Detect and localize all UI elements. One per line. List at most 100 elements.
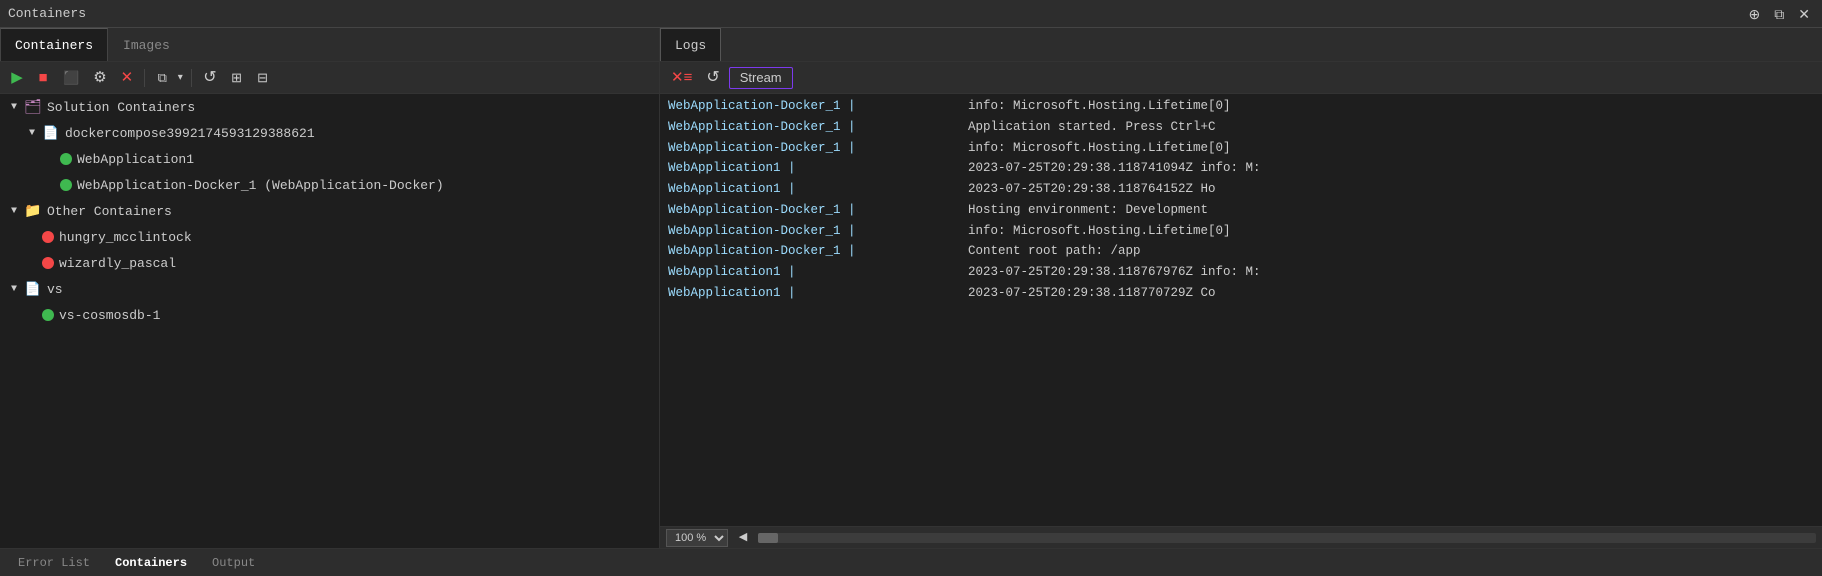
- status-running-docker-icon: [60, 179, 72, 191]
- stop-button[interactable]: ■: [32, 67, 54, 89]
- group-button[interactable]: ⊞: [226, 67, 248, 89]
- status-tab-error-list[interactable]: Error List: [6, 549, 103, 576]
- log-content[interactable]: WebApplication-Docker_1 | info: Microsof…: [660, 94, 1822, 526]
- log-line: WebApplication-Docker_1 | Application st…: [660, 117, 1822, 138]
- solution-label: Solution Containers: [47, 100, 195, 115]
- log-text: info: Microsoft.Hosting.Lifetime[0]: [968, 139, 1231, 158]
- expand-compose-icon: ▼: [24, 125, 40, 141]
- webapp1-label: WebApplication1: [77, 152, 194, 167]
- terminal-button[interactable]: ⬛: [58, 67, 84, 89]
- log-line: WebApplication-Docker_1 | info: Microsof…: [660, 138, 1822, 159]
- expand-hungry-icon: [24, 229, 40, 245]
- other-label: Other Containers: [47, 204, 172, 219]
- webapp-docker1-label: WebApplication-Docker_1 (WebApplication-…: [77, 178, 444, 193]
- log-source: WebApplication-Docker_1 |: [668, 118, 968, 137]
- other-folder-icon: 📁: [24, 202, 42, 220]
- scroll-left-button[interactable]: ◀: [732, 527, 754, 549]
- status-tab-containers[interactable]: Containers: [103, 549, 200, 576]
- log-text: Application started. Press Ctrl+C: [968, 118, 1216, 137]
- status-tab-output[interactable]: Output: [200, 549, 268, 576]
- zoom-select[interactable]: 100 % 50 % 75 % 125 % 150 %: [666, 529, 728, 547]
- log-line: WebApplication1 | 2023-07-25T20:29:38.11…: [660, 262, 1822, 283]
- log-line: WebApplication1 | 2023-07-25T20:29:38.11…: [660, 283, 1822, 304]
- status-running-icon: [60, 153, 72, 165]
- delete-button[interactable]: ✕: [116, 67, 139, 89]
- copy-dropdown[interactable]: ⧉ ▾: [151, 67, 185, 89]
- expand-vs-icon: ▼: [6, 281, 22, 297]
- expand-cosmosdb-icon: [24, 307, 40, 323]
- log-text: 2023-07-25T20:29:38.118767976Z info: M:: [968, 263, 1261, 282]
- settings-button[interactable]: ⚙: [88, 67, 111, 89]
- log-text: Hosting environment: Development: [968, 201, 1208, 220]
- logs-tab[interactable]: Logs: [660, 28, 721, 61]
- play-button[interactable]: ▶: [6, 67, 28, 89]
- tree-hungry[interactable]: hungry_mcclintock: [0, 224, 659, 250]
- log-source: WebApplication-Docker_1 |: [668, 97, 968, 116]
- log-line: WebApplication-Docker_1 | Content root p…: [660, 241, 1822, 262]
- title-bar-controls: ⊕ ⧉ ✕: [1745, 5, 1814, 23]
- maximize-button[interactable]: ⧉: [1770, 5, 1788, 23]
- tree-webapp1[interactable]: WebApplication1: [0, 146, 659, 172]
- log-source: WebApplication-Docker_1 |: [668, 139, 968, 158]
- copy-chevron[interactable]: ▾: [175, 67, 185, 89]
- expand-wizardly-icon: [24, 255, 40, 271]
- copy-button[interactable]: ⧉: [151, 67, 173, 89]
- tab-bar: Containers Images: [0, 28, 659, 62]
- tree-area[interactable]: ▼ 🗂 Solution Containers ▼ 📄 dockercompos…: [0, 94, 659, 548]
- title-bar-title: Containers: [8, 6, 86, 21]
- log-source: WebApplication1 |: [668, 159, 968, 178]
- layout-button[interactable]: ⊟: [252, 67, 274, 89]
- tree-compose[interactable]: ▼ 📄 dockercompose3992174593129388621: [0, 120, 659, 146]
- tree-wizardly[interactable]: wizardly_pascal: [0, 250, 659, 276]
- logs-header: Logs: [660, 28, 1822, 62]
- toolbar-sep-1: [144, 69, 145, 87]
- log-line: WebApplication-Docker_1 | info: Microsof…: [660, 96, 1822, 117]
- horizontal-scrollbar[interactable]: [758, 533, 1816, 543]
- close-button[interactable]: ✕: [1794, 5, 1814, 23]
- tab-images[interactable]: Images: [108, 28, 185, 61]
- refresh-button[interactable]: ↺: [198, 67, 221, 89]
- log-line: WebApplication-Docker_1 | info: Microsof…: [660, 221, 1822, 242]
- log-text: 2023-07-25T20:29:38.118770729Z Co: [968, 284, 1216, 303]
- stream-button[interactable]: Stream: [729, 67, 793, 89]
- log-bottom-bar: 100 % 50 % 75 % 125 % 150 % ◀: [660, 526, 1822, 548]
- log-source: WebApplication-Docker_1 |: [668, 222, 968, 241]
- compose-label: dockercompose3992174593129388621: [65, 126, 315, 141]
- toolbar-sep-2: [191, 69, 192, 87]
- pin-button[interactable]: ⊕: [1745, 5, 1765, 23]
- logs-toolbar: ✕≡ ↺ Stream: [660, 62, 1822, 94]
- status-stopped-hungry-icon: [42, 231, 54, 243]
- tree-cosmosdb[interactable]: vs-cosmosdb-1: [0, 302, 659, 328]
- refresh-log-button[interactable]: ↺: [701, 67, 724, 89]
- status-stopped-wizardly-icon: [42, 257, 54, 269]
- vs-label: vs: [47, 282, 63, 297]
- log-text: 2023-07-25T20:29:38.118741094Z info: M:: [968, 159, 1261, 178]
- expand-solution-icon: ▼: [6, 99, 22, 115]
- clear-log-button[interactable]: ✕≡: [666, 67, 697, 89]
- expand-other-icon: ▼: [6, 203, 22, 219]
- tree-webapp-docker1[interactable]: WebApplication-Docker_1 (WebApplication-…: [0, 172, 659, 198]
- status-running-cosmos-icon: [42, 309, 54, 321]
- expand-docker1-icon: [42, 177, 58, 193]
- log-line: WebApplication1 | 2023-07-25T20:29:38.11…: [660, 179, 1822, 200]
- tree-group-solution[interactable]: ▼ 🗂 Solution Containers: [0, 94, 659, 120]
- log-line: WebApplication-Docker_1 | Hosting enviro…: [660, 200, 1822, 221]
- vs-compose-icon: 📄: [24, 280, 42, 298]
- scrollbar-thumb: [758, 533, 778, 543]
- log-text: 2023-07-25T20:29:38.118764152Z Ho: [968, 180, 1216, 199]
- cosmosdb-label: vs-cosmosdb-1: [59, 308, 160, 323]
- status-bar: Error List Containers Output: [0, 548, 1822, 576]
- log-source: WebApplication-Docker_1 |: [668, 201, 968, 220]
- main-container: Containers Images ▶ ■ ⬛ ⚙ ✕ ⧉ ▾ ↺ ⊞ ⊟: [0, 28, 1822, 548]
- right-panel: Logs ✕≡ ↺ Stream WebApplication-Docker_1…: [660, 28, 1822, 548]
- log-source: WebApplication1 |: [668, 263, 968, 282]
- tab-containers[interactable]: Containers: [0, 28, 108, 61]
- log-source: WebApplication-Docker_1 |: [668, 242, 968, 261]
- log-text: info: Microsoft.Hosting.Lifetime[0]: [968, 222, 1231, 241]
- log-text: Content root path: /app: [968, 242, 1141, 261]
- wizardly-label: wizardly_pascal: [59, 256, 176, 271]
- tree-group-vs[interactable]: ▼ 📄 vs: [0, 276, 659, 302]
- tree-group-other[interactable]: ▼ 📁 Other Containers: [0, 198, 659, 224]
- left-panel: Containers Images ▶ ■ ⬛ ⚙ ✕ ⧉ ▾ ↺ ⊞ ⊟: [0, 28, 660, 548]
- left-toolbar: ▶ ■ ⬛ ⚙ ✕ ⧉ ▾ ↺ ⊞ ⊟: [0, 62, 659, 94]
